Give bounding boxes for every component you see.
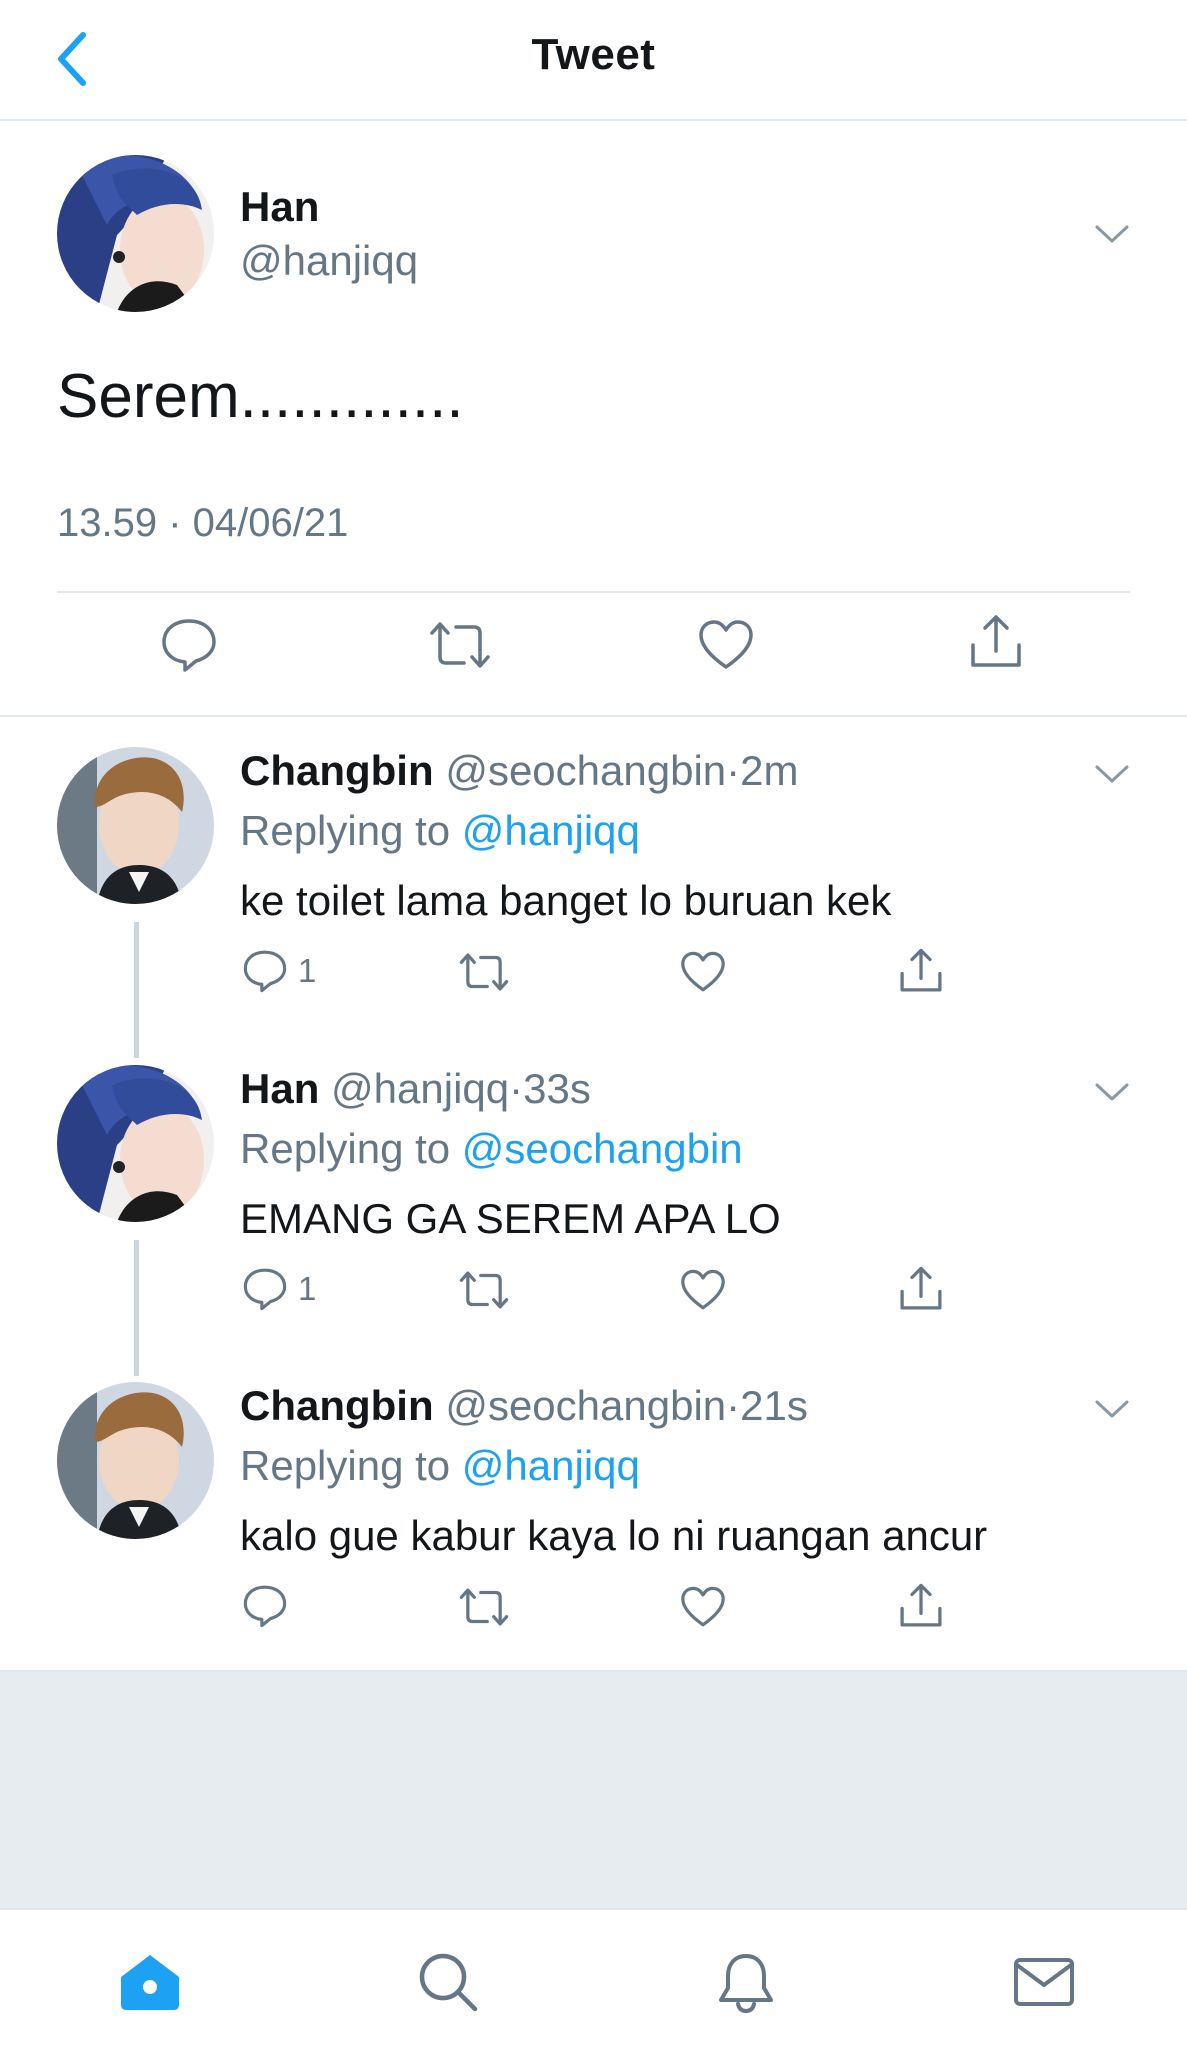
retweet-icon — [459, 1271, 509, 1309]
retweet-button[interactable] — [458, 951, 510, 993]
author-handle: @seochangbin — [445, 1382, 727, 1429]
reply-button[interactable] — [242, 1584, 298, 1628]
author-name: Changbin — [240, 1382, 434, 1429]
mention-link[interactable]: @hanjiqq — [462, 807, 640, 854]
replying-label: Replying to — [240, 1125, 451, 1172]
tab-notifications[interactable] — [706, 1942, 786, 2022]
chevron-down-icon — [1095, 765, 1129, 783]
avatar[interactable] — [57, 1065, 214, 1222]
navigation-header: Tweet — [0, 0, 1187, 121]
reply-header: Changbin @seochangbin·21s — [240, 1382, 808, 1430]
more-options-button[interactable] — [1092, 219, 1132, 249]
retweet-icon — [459, 953, 509, 991]
search-icon — [419, 1953, 478, 2012]
heart-icon — [681, 951, 725, 992]
replying-to: Replying to @hanjiqq — [240, 1442, 640, 1490]
reply-actions: 1 — [0, 1265, 1187, 1325]
reply-text: ke toilet lama banget lo buruan kek — [240, 877, 892, 924]
divider — [57, 591, 1130, 593]
reply-header: Changbin @seochangbin·2m — [240, 747, 799, 795]
retweet-button[interactable] — [458, 1586, 510, 1628]
reply-tweet[interactable]: Han @hanjiqq·33s Replying to @seochangbi… — [0, 1035, 1187, 1376]
share-icon — [971, 615, 1021, 667]
reply-actions — [0, 1582, 1187, 1642]
tab-home[interactable] — [110, 1942, 190, 2022]
like-button[interactable] — [680, 1586, 726, 1628]
share-icon — [900, 1583, 942, 1627]
replying-label: Replying to — [240, 1442, 451, 1489]
reply-time: 21s — [740, 1382, 808, 1429]
replying-to: Replying to @seochangbin — [240, 1125, 743, 1173]
avatar[interactable] — [57, 1382, 214, 1539]
main-tweet: Han @hanjiqq Serem............. 13.59 · … — [0, 121, 1187, 717]
reply-button[interactable]: 1 — [242, 1267, 316, 1311]
reply-icon — [243, 1268, 287, 1311]
page-title: Tweet — [531, 30, 656, 79]
share-icon — [900, 1266, 942, 1310]
reply-count: 1 — [298, 1270, 317, 1307]
reply-icon — [162, 619, 216, 672]
share-icon — [900, 948, 942, 992]
author-name: Han — [240, 1065, 320, 1112]
author-name: Changbin — [240, 747, 434, 794]
replying-label: Replying to — [240, 807, 451, 854]
retweet-icon — [430, 622, 490, 668]
more-options-button[interactable] — [1092, 1394, 1132, 1424]
author-name: Han — [240, 183, 320, 230]
reply-header: Han @hanjiqq·33s — [240, 1065, 591, 1113]
separator-dot: · — [726, 747, 741, 794]
reply-time: 33s — [523, 1065, 591, 1112]
reply-count: 1 — [298, 952, 317, 989]
reply-icon — [243, 950, 287, 993]
chevron-down-icon — [1095, 1083, 1129, 1101]
tab-search[interactable] — [408, 1942, 488, 2022]
bell-icon — [719, 1954, 773, 2013]
retweet-button[interactable] — [428, 619, 492, 671]
like-button[interactable] — [698, 619, 754, 671]
more-options-button[interactable] — [1092, 1077, 1132, 1107]
share-button[interactable] — [898, 1265, 944, 1313]
heart-icon — [681, 1586, 725, 1627]
tab-messages[interactable] — [1004, 1942, 1084, 2022]
like-button[interactable] — [680, 951, 726, 993]
author-handle: @hanjiqq — [240, 237, 419, 284]
more-options-button[interactable] — [1092, 759, 1132, 789]
reply-icon — [243, 1585, 287, 1628]
chevron-down-icon — [1095, 1400, 1129, 1418]
share-button[interactable] — [968, 613, 1024, 671]
reply-button[interactable] — [160, 617, 218, 673]
reply-time: 2m — [740, 747, 799, 794]
author-handle: @hanjiqq — [331, 1065, 510, 1112]
reply-tweet[interactable]: Changbin @seochangbin·21s Replying to @h… — [0, 1352, 1187, 1670]
reply-tweet[interactable]: Changbin @seochangbin·2m Replying to @ha… — [0, 717, 1187, 1058]
retweet-icon — [459, 1588, 509, 1626]
like-button[interactable] — [680, 1269, 726, 1311]
home-icon — [121, 1955, 179, 2010]
retweet-button[interactable] — [458, 1269, 510, 1311]
reply-text: EMANG GA SEREM APA LO — [240, 1195, 781, 1242]
chevron-down-icon — [1095, 225, 1129, 243]
avatar[interactable] — [57, 747, 214, 904]
reply-text: kalo gue kabur kaya lo ni ruangan ancur — [240, 1512, 988, 1559]
separator-dot: · — [509, 1065, 524, 1112]
bottom-tab-bar — [0, 1908, 1187, 2048]
tweet-actions — [0, 609, 1187, 689]
reply-button[interactable]: 1 — [242, 949, 316, 993]
empty-feed-area — [0, 1670, 1187, 1908]
tweet-text: Serem............. — [57, 362, 464, 431]
heart-icon — [681, 1269, 725, 1310]
reply-actions: 1 — [0, 947, 1187, 1007]
tweet-timestamp: 13.59 · 04/06/21 — [57, 501, 349, 545]
share-button[interactable] — [898, 1582, 944, 1630]
replying-to: Replying to @hanjiqq — [240, 807, 640, 855]
avatar[interactable] — [57, 155, 214, 312]
separator-dot: · — [726, 1382, 741, 1429]
share-button[interactable] — [898, 947, 944, 995]
envelope-icon — [1014, 1958, 1074, 2006]
author-handle: @seochangbin — [445, 747, 727, 794]
mention-link[interactable]: @seochangbin — [462, 1125, 743, 1172]
heart-icon — [699, 620, 753, 669]
mention-link[interactable]: @hanjiqq — [462, 1442, 640, 1489]
